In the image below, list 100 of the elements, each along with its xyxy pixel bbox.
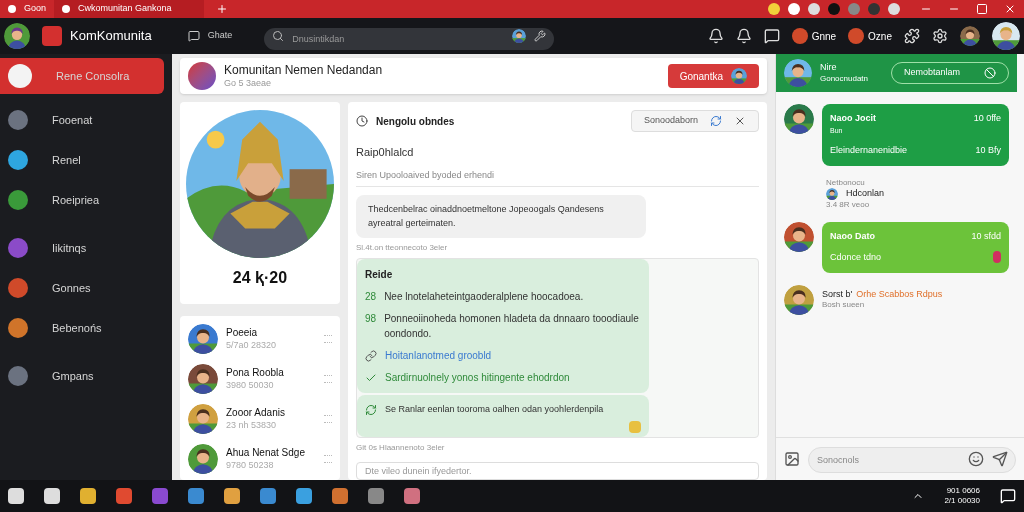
app-icon (8, 190, 28, 210)
sidebar-item[interactable]: Gmpans (0, 358, 172, 394)
game-chip[interactable]: Ozne (848, 28, 892, 44)
friend-item[interactable]: Poeeia 5/7a0 28320 (188, 324, 332, 354)
logo-icon (42, 26, 62, 46)
taskbar-icon[interactable] (188, 488, 204, 504)
friend-meta: 5/7a0 28320 (226, 339, 278, 351)
reply-link[interactable]: Hoitanlanotmed groobld (385, 348, 492, 363)
new-tab-icon[interactable] (216, 3, 229, 15)
sort-button[interactable]: Sonoodaborn (630, 110, 759, 132)
reply-line: Se Ranlar eenlan tooroma oalhen odan yoohlerdenpila (385, 403, 604, 416)
chat-button[interactable]: Ghate (187, 29, 233, 43)
sidebar-label: Rene Consolra (56, 68, 130, 84)
line-number: 98 (365, 312, 377, 326)
sender-name: Naoo Dato (830, 229, 875, 243)
taskbar-icon[interactable] (260, 488, 276, 504)
app-icon (8, 238, 28, 258)
sidebar-item[interactable]: Iikitnqs (0, 230, 172, 266)
taskbar-icon[interactable] (152, 488, 168, 504)
search-icon (272, 30, 285, 42)
app-icon (8, 110, 28, 130)
message-text: Eleindernanenidbie (830, 144, 908, 157)
chat-icon (187, 30, 200, 42)
browser-tab[interactable]: Goon (0, 0, 55, 18)
logo-icon (188, 62, 216, 90)
taskbar-icon[interactable] (332, 488, 348, 504)
drag-handle-icon[interactable] (324, 375, 332, 383)
note-label: Netbonocu (826, 177, 866, 188)
message-icon[interactable] (763, 28, 780, 44)
notification-icon[interactable] (1000, 488, 1016, 504)
taskbar-icon[interactable] (44, 488, 60, 504)
settings-icon[interactable] (932, 28, 948, 44)
friend-meta: 3980 50030 (226, 379, 275, 391)
friend-name: Zooor Adanis (226, 407, 286, 420)
drag-handle-icon[interactable] (324, 455, 332, 463)
message-input[interactable]: Dte vileo dunein ifyedertor. (356, 461, 759, 480)
taskbar-icon[interactable] (8, 488, 24, 504)
extension-icon[interactable] (768, 3, 780, 15)
drag-handle-icon[interactable] (324, 335, 332, 343)
browser-tab[interactable]: Cwkomunitan Gankona (54, 0, 205, 18)
reply-line: Sardirnuolnely yonos hitingente ehodrdon (385, 371, 570, 385)
extension-icon[interactable] (868, 3, 880, 15)
friend-item[interactable]: Pona Roobla 3980 50030 (188, 364, 332, 394)
taskbar-icon[interactable] (296, 488, 312, 504)
extension-icon[interactable] (788, 3, 800, 15)
message-meta: Sl.4t.on tteonnecoto 3eler (356, 242, 449, 254)
maximize-icon[interactable] (976, 3, 988, 15)
sender-name: Naoo Jocit (830, 112, 876, 125)
extension-icon[interactable] (888, 3, 900, 15)
reply-line: Nee lnotelaheteintgaoderalplene hoocadoea. (384, 290, 584, 304)
sidebar-label: Roeipriea (52, 192, 100, 208)
message-time: 10 sfdd (971, 229, 1001, 243)
sidebar-label: Fooenat (52, 112, 93, 128)
community-title: Komunitan Nemen Nedandan (224, 62, 383, 78)
taskbar-icon[interactable] (116, 488, 132, 504)
sidebar-item[interactable]: Fooenat (0, 102, 172, 138)
bell-icon[interactable] (735, 28, 752, 44)
emoji-icon[interactable] (968, 451, 984, 467)
sidebar-item[interactable]: Gonnes (0, 270, 172, 306)
chat-title: Nengolu obndes (376, 114, 455, 129)
game-chip[interactable]: Gnne (791, 28, 837, 44)
taskbar-icon[interactable] (80, 488, 96, 504)
note-time: 3.4 8R veoo (826, 199, 871, 210)
app-icon (8, 366, 28, 386)
link-icon (365, 349, 377, 362)
extension-icon[interactable] (808, 3, 820, 15)
search-field[interactable]: Dnusintikdan (264, 28, 555, 50)
sidebar-item[interactable]: Rene Consolra (0, 58, 164, 94)
chat-heading: Raip0hlalcd (356, 145, 415, 160)
message-time: 10 Bfy (975, 144, 1001, 157)
contact-name: Nire (820, 62, 838, 74)
taskbar-icon[interactable] (368, 488, 384, 504)
friend-name: Pona Roobla (226, 367, 285, 380)
friend-name: Ahua Nenat Sdge (226, 447, 306, 460)
profile-score: 24 ⱪ·20 (232, 268, 288, 288)
friend-item[interactable]: Zooor Adanis 23 nh 53830 (188, 404, 332, 434)
sidebar-item[interactable]: Renel (0, 142, 172, 178)
tab-icon (62, 5, 71, 13)
close-icon[interactable] (1004, 3, 1016, 15)
friend-meta: 23 nh 53830 (226, 419, 278, 431)
extension-icon[interactable] (828, 3, 840, 15)
sidebar-item[interactable]: Roeipriea (0, 182, 172, 218)
game-icon (848, 28, 865, 44)
message-input[interactable]: Sonocnols (808, 447, 1016, 473)
sidebar-label: Gonnes (52, 280, 91, 296)
chat-subtitle: Siren Upooloaived byoded erhendi (356, 168, 759, 187)
puzzle-icon[interactable] (904, 28, 920, 44)
reply-title: Reide (365, 268, 394, 282)
community-subtitle: Go 5 3aeae (224, 77, 273, 90)
taskbar-icon[interactable] (404, 488, 420, 504)
drag-handle-icon[interactable] (324, 415, 332, 423)
send-icon[interactable] (992, 451, 1008, 467)
sidebar-item[interactable]: Bebenońs (0, 310, 172, 346)
join-button[interactable]: Gonantka (667, 64, 759, 88)
bell-icon[interactable] (707, 28, 724, 44)
taskbar-icon[interactable] (224, 488, 240, 504)
image-icon[interactable] (784, 451, 800, 467)
friend-item[interactable]: Ahua Nenat Sdge 9780 50238 (188, 444, 332, 474)
message-meta: Git 0s Hlaannenoto 3eler (356, 441, 446, 454)
taskbar-clock: 2/1 00030 (944, 496, 980, 506)
